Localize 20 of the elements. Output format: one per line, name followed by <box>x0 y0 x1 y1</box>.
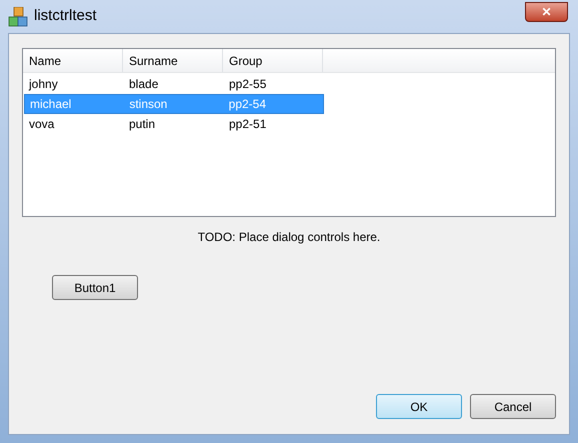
table-cell-text: pp2-55 <box>228 76 268 93</box>
table-cell-text: vova <box>28 116 56 133</box>
push-button[interactable]: Cancel <box>470 394 556 419</box>
table-cell-text: pp2-54 <box>228 96 268 113</box>
column-header[interactable]: Name <box>23 49 123 72</box>
list-row[interactable]: johny blade pp2-55 <box>24 74 324 94</box>
table-cell-text: pp2-51 <box>228 116 268 133</box>
table-cell-text: blade <box>128 76 160 93</box>
table-cell-text: stinson <box>128 96 168 113</box>
table-cell-text: putin <box>128 116 156 133</box>
table-cell-text: michael <box>29 96 72 113</box>
push-button[interactable]: Button1 <box>52 275 138 300</box>
column-header[interactable]: Group <box>223 49 323 72</box>
column-header[interactable]: Surname <box>123 49 223 72</box>
placeholder-text: TODO: Place dialog controls here. <box>198 229 380 246</box>
list-row[interactable]: vova putin pp2-51 <box>24 114 324 134</box>
window-title: listctrltest <box>34 6 97 26</box>
app-icon <box>8 6 28 26</box>
push-button[interactable]: OK <box>376 394 462 419</box>
table-cell-text: johny <box>28 76 59 93</box>
